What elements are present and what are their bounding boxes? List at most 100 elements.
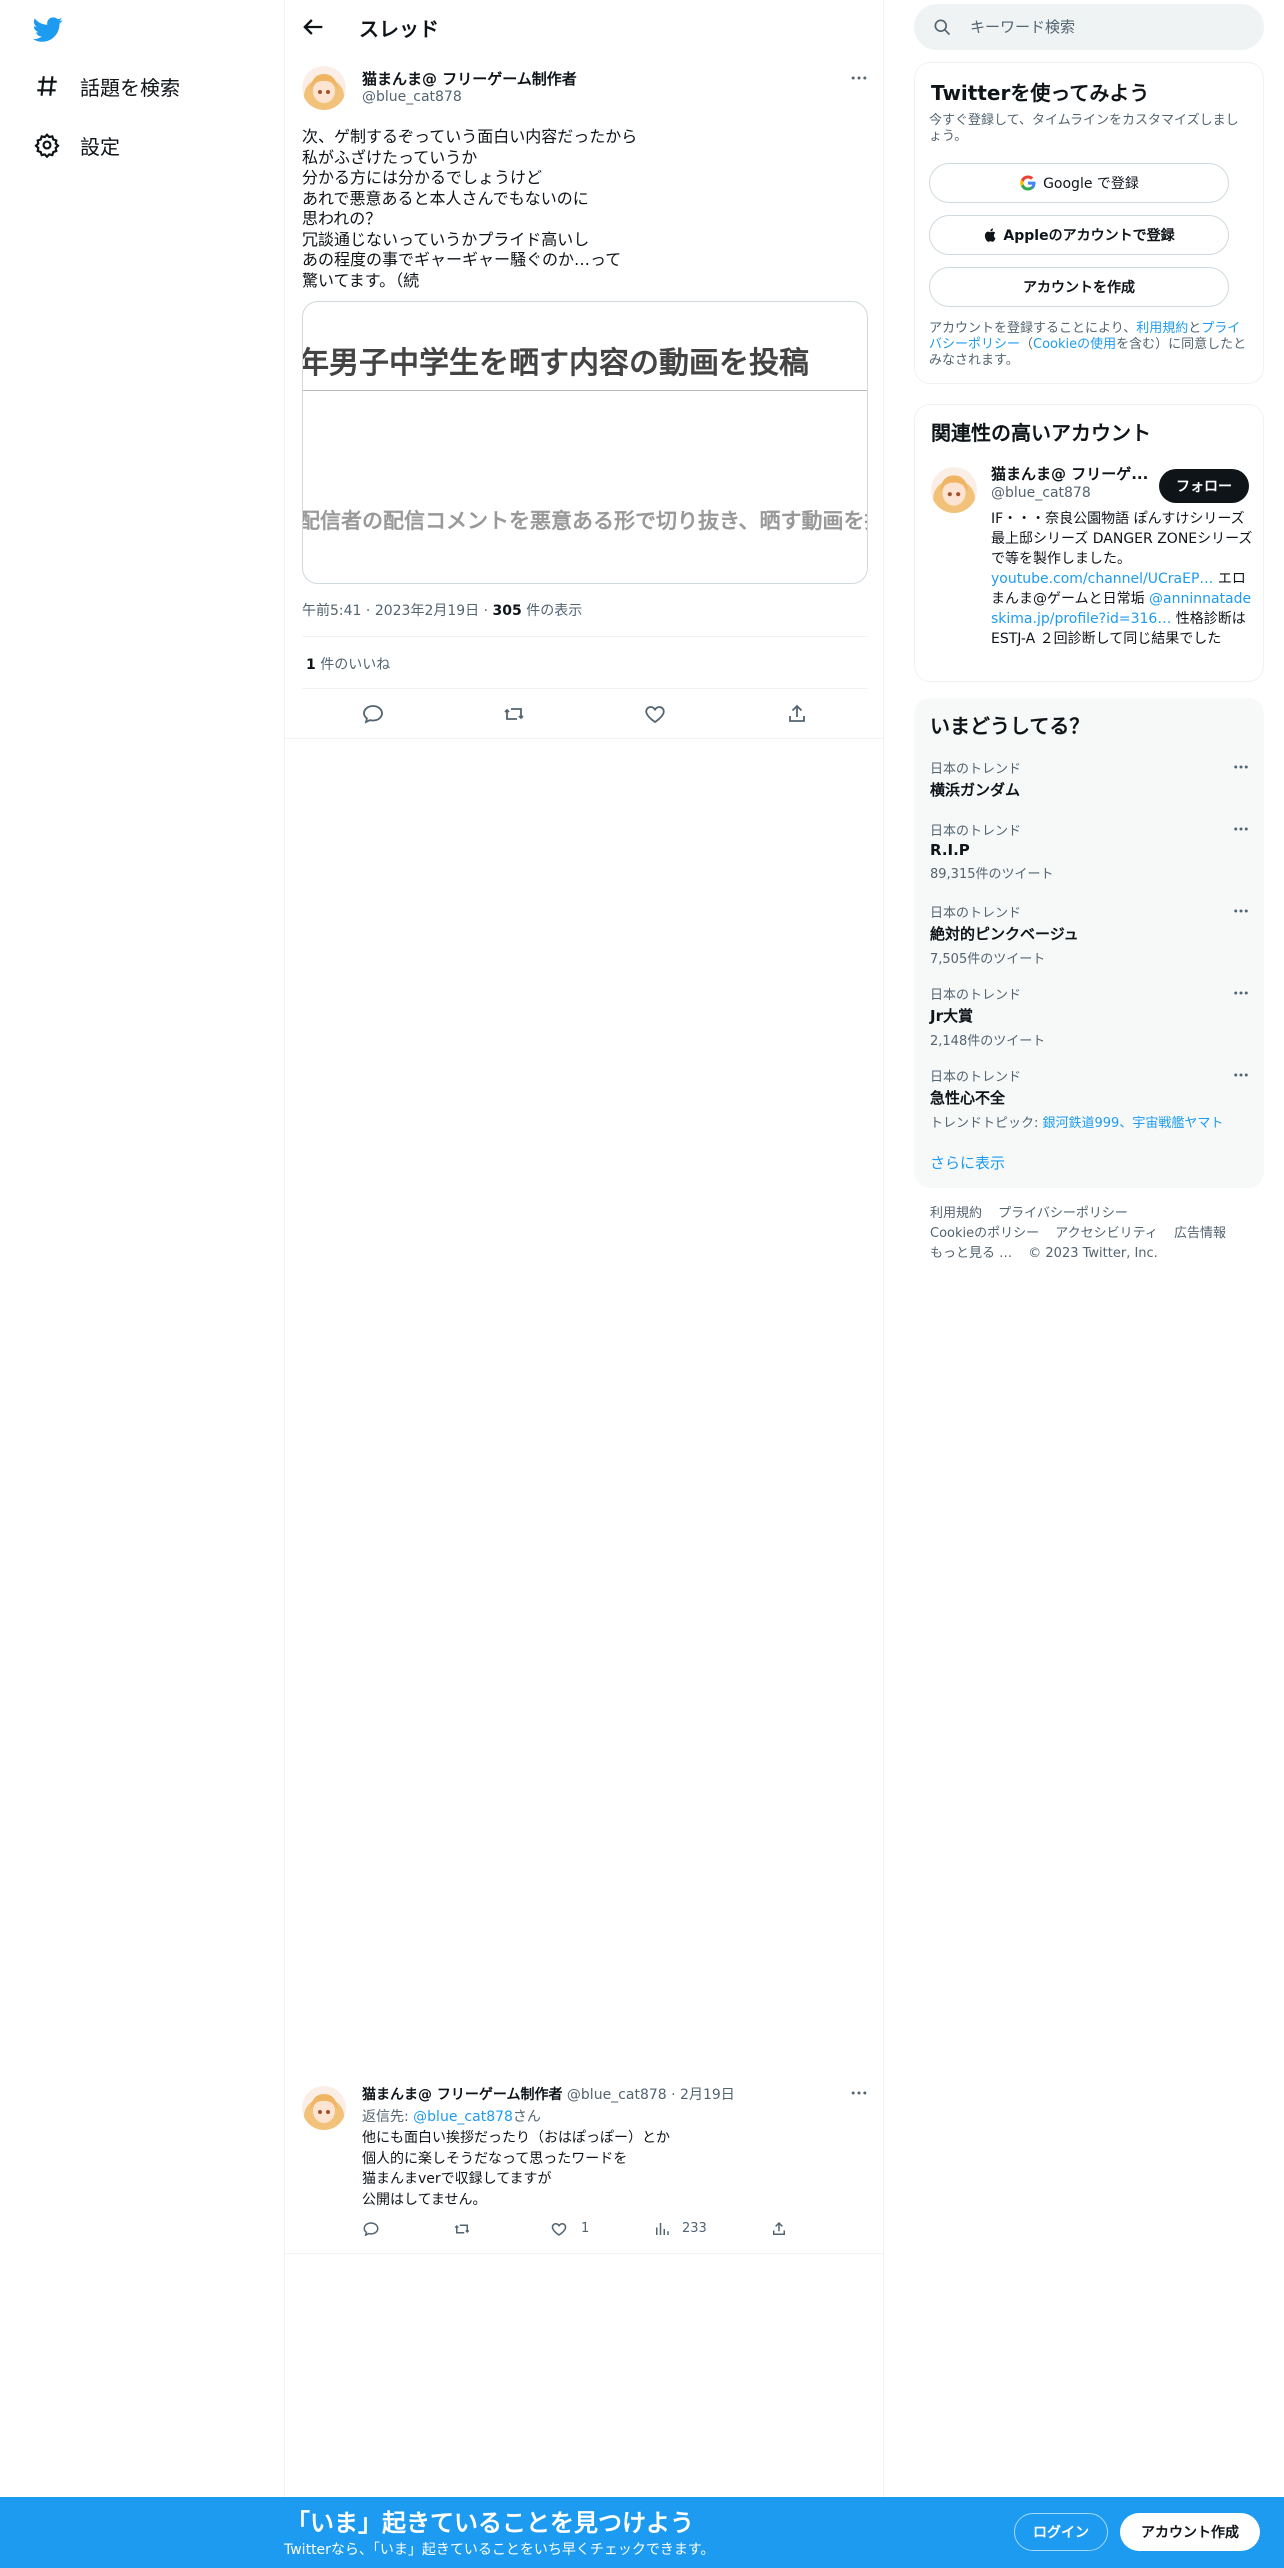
trend-count: 2,148件のツイート <box>930 1034 1046 1049</box>
trend-category: 日本のトレンド <box>930 824 1022 839</box>
reply-to-handle[interactable]: @blue_cat878 <box>413 2109 513 2125</box>
meta-dot: · <box>483 603 493 619</box>
google-icon <box>1020 175 1036 191</box>
share-icon[interactable] <box>785 702 809 726</box>
footer-terms[interactable]: 利用規約 <box>930 1206 982 1221</box>
more-icon[interactable] <box>1232 902 1250 920</box>
divider <box>302 688 868 689</box>
trend-item[interactable]: 日本のトレンド 急性心不全 トレンドトピック: 銀河鉄道999、宇宙戦艦ヤマト <box>930 1066 1250 1131</box>
views-count: 305 <box>492 603 522 619</box>
login-button[interactable]: ログイン <box>1014 2513 1108 2551</box>
like-icon[interactable] <box>550 2220 568 2238</box>
retweet-icon[interactable] <box>453 2220 471 2238</box>
related-title: 関連性の高いアカウント <box>931 421 1151 445</box>
views-icon[interactable] <box>653 2220 671 2238</box>
share-icon[interactable] <box>770 2220 788 2238</box>
reply-date[interactable]: 2月19日 <box>680 2087 735 2103</box>
reply-icon[interactable] <box>361 702 385 726</box>
trend-name: 絶対的ピンクベージュ <box>930 925 1079 943</box>
show-more-link[interactable]: さらに表示 <box>930 1152 1005 1173</box>
footer-ads[interactable]: 広告情報 <box>1174 1226 1226 1241</box>
view-count: 233 <box>682 2221 707 2236</box>
trend-item[interactable]: 日本のトレンド R.I.P 89,315件のツイート <box>930 820 1250 882</box>
more-icon[interactable] <box>1232 758 1250 776</box>
signup-legal: アカウントを登録することにより、利用規約とプライバシーポリシー（Cookieの使… <box>929 321 1249 369</box>
avatar[interactable] <box>931 467 977 513</box>
follow-label: フォロー <box>1176 479 1232 495</box>
twitter-bird-icon[interactable] <box>30 14 66 44</box>
signup-box: Twitterを使ってみよう 今すぐ登録して、タイムラインをカスタマイズしましょ… <box>914 62 1264 384</box>
tweet-meta: 午前5:41 · 2023年2月19日 · 305 件の表示 <box>302 600 582 620</box>
tweet-time[interactable]: 午前5:41 <box>302 603 361 619</box>
bio-mention[interactable]: @anninnatade <box>1149 591 1251 607</box>
main-column: スレッド 猫まんま@ フリーゲーム制作者 @blue_cat878 次、ゲ制する… <box>284 0 884 2497</box>
retweet-icon[interactable] <box>502 702 526 726</box>
likes-label: 件のいいね <box>315 657 391 673</box>
bio-link[interactable]: youtube.com/channel/UCraEP… <box>991 571 1213 587</box>
reply-icon[interactable] <box>362 2220 380 2238</box>
signup-button[interactable]: アカウント作成 <box>1120 2513 1260 2551</box>
footer-cookie[interactable]: Cookieのポリシー <box>930 1226 1039 1241</box>
legal-and: と <box>1188 321 1202 336</box>
author-handle[interactable]: @blue_cat878 <box>362 89 462 105</box>
trend-category: 日本のトレンド <box>930 762 1022 777</box>
nav-item-explore[interactable]: 話題を検索 <box>34 66 180 106</box>
trend-item[interactable]: 日本のトレンド Jr大賞 2,148件のツイート <box>930 984 1250 1049</box>
google-signup-button[interactable]: Google で登録 <box>929 163 1229 203</box>
author-name[interactable]: 猫まんま@ フリーゲーム制作者 <box>362 2087 562 2103</box>
more-icon[interactable] <box>849 2083 869 2103</box>
tweet-date[interactable]: 2023年2月19日 <box>375 603 479 619</box>
bio-link[interactable]: skima.jp/profile?id=316… <box>991 611 1171 627</box>
like-count: 1 <box>581 2221 590 2236</box>
apple-signup-label: Appleのアカウントで登録 <box>1003 228 1175 244</box>
search-input[interactable] <box>970 4 1250 50</box>
tweet-line: 驚いてます。（続 <box>302 270 420 290</box>
more-icon[interactable] <box>1232 984 1250 1002</box>
follow-button[interactable]: フォロー <box>1159 469 1249 503</box>
hash-icon <box>37 76 57 96</box>
more-icon[interactable] <box>849 68 869 88</box>
author-handle[interactable]: @blue_cat878 <box>567 2087 667 2103</box>
related-handle[interactable]: @blue_cat878 <box>991 485 1091 501</box>
tweet-media-card[interactable]: 年男子中学生を晒す内容の動画を投稿 配信者の配信コメントを悪意ある形で切り抜き、… <box>302 301 868 584</box>
footer-more[interactable]: もっと見る … <box>930 1246 1012 1261</box>
more-icon[interactable] <box>1232 820 1250 838</box>
related-name[interactable]: 猫まんま@ フリーゲ... <box>991 463 1151 484</box>
avatar[interactable] <box>302 66 346 110</box>
trend-category: 日本のトレンド <box>930 1070 1022 1085</box>
avatar[interactable] <box>302 2086 346 2130</box>
footer-accessibility[interactable]: アクセシビリティ <box>1055 1226 1158 1241</box>
reply-line: 猫まんまverで収録してますが <box>362 2171 552 2187</box>
related-bio: IF・・・奈良公園物語 ぽんすけシリーズ 最上邸シリーズ DANGER ZONE… <box>991 509 1255 649</box>
trend-name: Jr大賞 <box>930 1007 973 1025</box>
likes-summary[interactable]: 1 件のいいね <box>306 654 390 674</box>
create-account-button[interactable]: アカウントを作成 <box>929 267 1229 307</box>
terms-link[interactable]: 利用規約 <box>1136 321 1188 336</box>
trend-name: 横浜ガンダム <box>930 781 1021 799</box>
trend-category: 日本のトレンド <box>930 988 1022 1003</box>
trend-name: R.I.P <box>930 841 970 859</box>
reply-to: 返信先: @blue_cat878さん <box>362 2106 541 2126</box>
cookie-link[interactable]: Cookieの使用 <box>1033 337 1116 352</box>
author-name[interactable]: 猫まんま@ フリーゲーム制作者 <box>362 68 577 89</box>
search-bar[interactable] <box>914 4 1264 50</box>
more-icon[interactable] <box>1232 1066 1250 1084</box>
nav-item-settings[interactable]: 設定 <box>34 125 120 165</box>
trend-item[interactable]: 日本のトレンド 絶対的ピンクベージュ 7,505件のツイート <box>930 902 1250 967</box>
reply-line: 他にも面白い挨拶だったり（おはぽっぽー）とか <box>362 2130 670 2146</box>
reply-line: 公開はしてません。 <box>362 2191 487 2208</box>
trend-item[interactable]: 日本のトレンド 横浜ガンダム <box>930 758 1250 800</box>
trend-category: 日本のトレンド <box>930 906 1022 921</box>
google-signup-label: Google で登録 <box>1043 176 1139 192</box>
divider <box>302 636 868 637</box>
bio-text: IF・・・奈良公園物語 ぽんすけシリーズ 最上邸シリーズ DANGER ZONE… <box>991 511 1253 567</box>
like-icon[interactable] <box>643 702 667 726</box>
tweet-line: 冗談通じないっていうかプライド高いし <box>302 229 590 249</box>
nav-item-label: 話題を検索 <box>80 75 180 100</box>
signup-subtitle: 今すぐ登録して、タイムラインをカスタマイズしましょう。 <box>929 113 1239 144</box>
back-arrow-icon[interactable] <box>299 13 327 41</box>
legal-open: （ <box>1020 337 1034 352</box>
apple-signup-button[interactable]: Appleのアカウントで登録 <box>929 215 1229 255</box>
footer-privacy[interactable]: プライバシーポリシー <box>998 1206 1128 1221</box>
topic-links[interactable]: 銀河鉄道999、宇宙戦艦ヤマト <box>1043 1116 1224 1131</box>
